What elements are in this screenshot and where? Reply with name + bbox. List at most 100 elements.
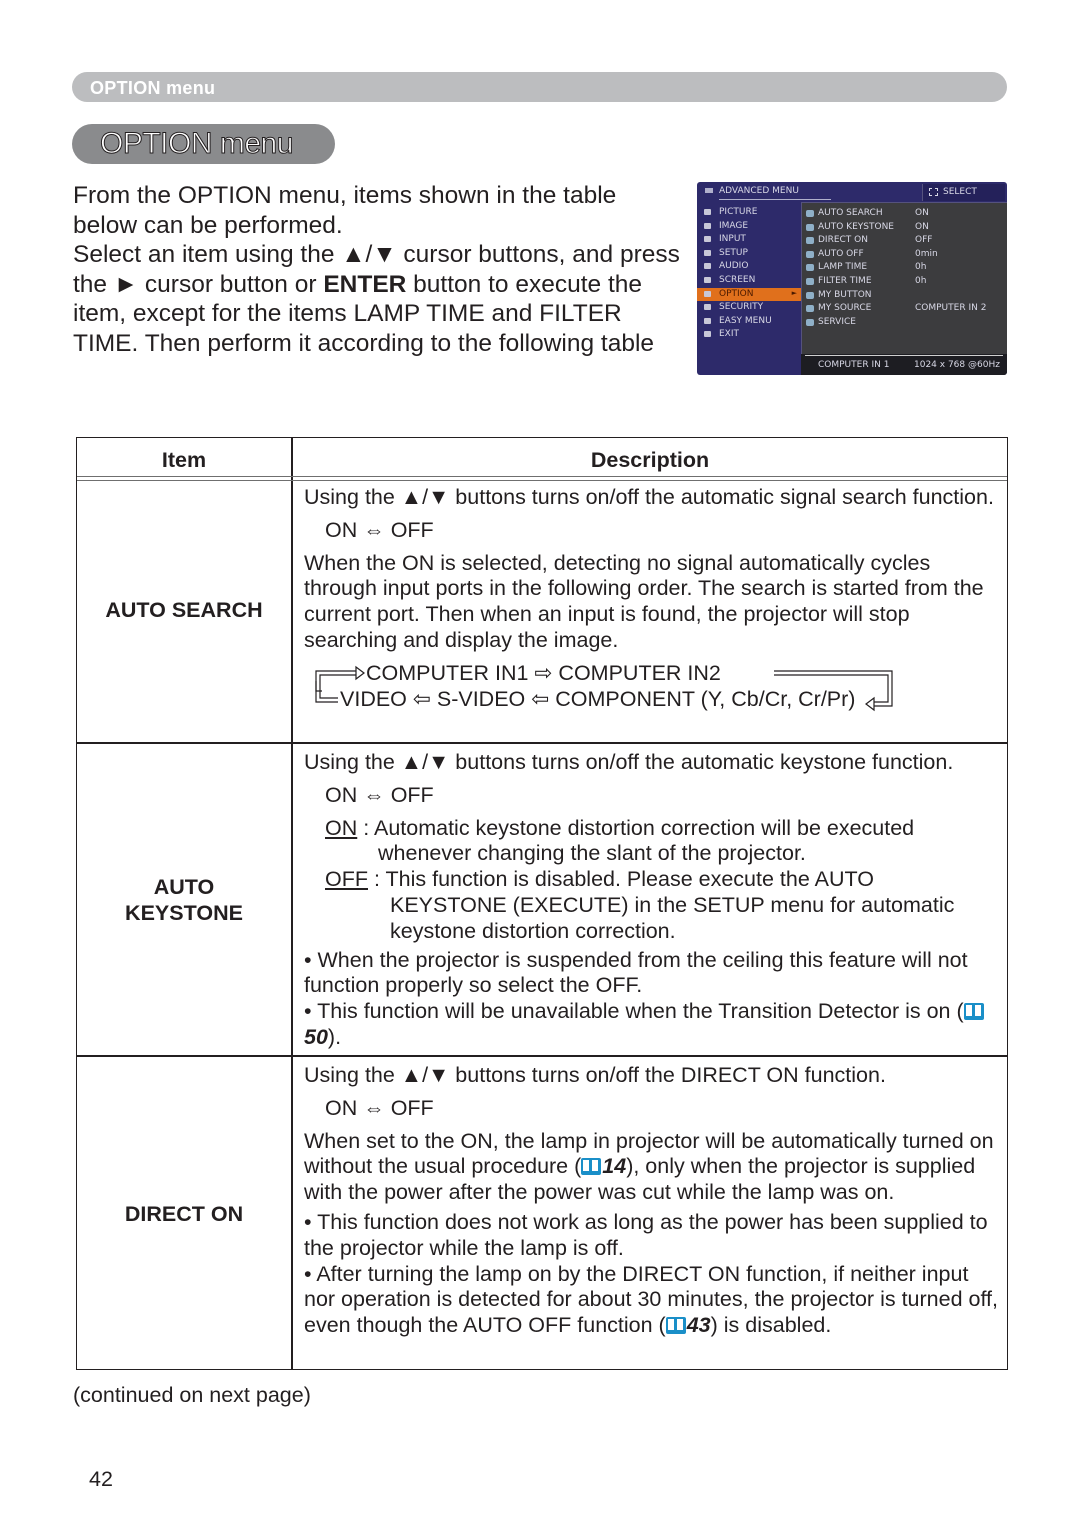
item-auto-search: AUTO SEARCH (105, 598, 263, 622)
osd-menu-item-setup: SETUP (697, 247, 801, 261)
item-direct-on: DIRECT ON (124, 1202, 244, 1226)
option-icon (704, 290, 711, 297)
screen-icon (704, 277, 711, 283)
setup-icon (704, 249, 711, 256)
picture-icon (704, 209, 711, 215)
osd-option-filter-time: FILTER TIME 0h (802, 275, 1007, 289)
osd-menu-item-audio: AUDIO (697, 260, 801, 274)
submenu-arrow-icon: ► (791, 288, 797, 297)
osd-menu-item-label: SETUP (719, 247, 748, 258)
page-number: 42 (89, 1467, 113, 1491)
note-power: • This function does not work as long as… (304, 1209, 988, 1260)
osd-menu-item-exit: EXIT (697, 328, 801, 342)
osd-menu-item-label: SECURITY (719, 302, 764, 313)
flow-line-computer-inputs: COMPUTER IN1 ⇨ COMPUTER IN2 (366, 660, 721, 685)
osd-option-direct-on: DIRECT ON OFF (802, 234, 1007, 248)
section-header-bar: OPTION menu (72, 72, 1007, 102)
security-icon (704, 304, 711, 311)
my-source-icon (806, 305, 814, 313)
osd-menu-item-label: INPUT (719, 234, 746, 245)
off-text-cont: KEYSTONE (EXECUTE) in the SETUP menu for… (390, 892, 955, 917)
note-auto-off: • After turning the lamp on by the DIREC… (304, 1262, 1004, 1339)
on-text: : Automatic keystone distortion correcti… (357, 815, 915, 840)
osd-status-divider (805, 355, 1003, 356)
header-item: Item (161, 448, 207, 472)
intro-line1: From the OPTION menu, items shown in the… (73, 182, 617, 239)
osd-option-lamp-time: LAMP TIME 0h (802, 261, 1007, 275)
osd-option-value: COMPUTER IN 2 (915, 303, 987, 314)
auto-search-icon (806, 210, 814, 217)
osd-header: ADVANCED MENU (697, 182, 922, 202)
osd-menu-item-image: IMAGE (697, 220, 801, 234)
osd-title: ADVANCED MENU (719, 186, 799, 196)
osd-menu-item-label: AUDIO (719, 261, 749, 272)
page-reference-link[interactable]: 43 (687, 1313, 711, 1337)
column-divider (291, 438, 293, 1369)
osd-select-hint: SELECT (922, 184, 1005, 201)
osd-option-label: AUTO SEARCH (818, 208, 883, 218)
desc-direct-on: Using the ▲/▼ buttons turns on/off the D… (304, 1063, 1004, 1339)
osd-option-value: 0h (915, 262, 927, 273)
osd-status-source: COMPUTER IN 1 (818, 360, 890, 370)
note-transition-detector: • This function will be unavailable when… (304, 999, 1004, 1051)
page-reference-link[interactable]: 14 (602, 1154, 626, 1178)
flow-line-video-inputs: VIDEO ⇦ S-VIDEO ⇦ COMPONENT (Y, Cb/Cr, C… (340, 686, 856, 711)
item-auto-keystone: AUTO KEYSTONE (77, 874, 291, 926)
service-icon (806, 318, 814, 326)
osd-title-underline (719, 199, 831, 200)
off-definition: OFF : This function is disabled. Please … (304, 867, 1004, 893)
menu-icon (705, 188, 713, 193)
osd-menu-item-option: OPTION ► (697, 287, 801, 302)
page-title: OPTION menu (100, 127, 294, 161)
osd-menu-item-security: SECURITY (697, 301, 801, 315)
row-divider (77, 1055, 1007, 1057)
note-ceiling: • When the projector is suspended from t… (304, 947, 968, 998)
audio-icon (704, 263, 711, 270)
section-label: OPTION menu (90, 78, 216, 98)
osd-option-value: 0h (915, 276, 927, 286)
osd-option-auto-off: AUTO OFF 0min (802, 248, 1007, 262)
osd-option-my-source: MY SOURCE COMPUTER IN 2 (802, 302, 1007, 316)
osd-select-label: SELECT (943, 187, 977, 197)
note-text: ) is disabled. (710, 1313, 832, 1338)
osd-option-value: ON (915, 208, 929, 218)
osd-option-label: AUTO OFF (818, 248, 864, 259)
on-off-toggle-text: ON ⇔ OFF (325, 517, 434, 542)
my-button-icon (806, 291, 814, 299)
direct-on-icon (806, 237, 814, 245)
osd-option-auto-search: AUTO SEARCH ON (802, 207, 1007, 221)
osd-left-menu: PICTURE IMAGE INPUT SETUP AUDIO SCREEN OPTION ►… (697, 202, 801, 375)
osd-menu-item-picture: PICTURE (697, 206, 801, 220)
item-line: KEYSTONE (125, 901, 243, 925)
off-key: OFF (325, 867, 368, 892)
auto-off-icon (806, 250, 814, 258)
desc-text: Using the ▲/▼ buttons turns on/off the a… (304, 750, 954, 774)
intro-text: From the OPTION menu, items shown in the… (73, 181, 683, 358)
select-icon (929, 188, 938, 196)
input-search-order-diagram: COMPUTER IN1 ⇨ COMPUTER IN2 VIDEO ⇦ S-VI… (304, 661, 1004, 713)
easy-menu-icon (704, 317, 711, 324)
exit-icon (704, 331, 711, 338)
enter-button-label: ENTER (323, 270, 407, 298)
osd-option-label: LAMP TIME (818, 262, 868, 273)
osd-option-my-button: MY BUTTON (802, 289, 1007, 303)
note-text: • This function will be unavailable when… (304, 999, 964, 1024)
off-text-cont: keystone distortion correction. (390, 918, 676, 943)
osd-option-submenu: AUTO SEARCH ON AUTO KEYSTONE ON DIRECT ON OFF… (801, 202, 1007, 356)
desc-text: Using the ▲/▼ buttons turns on/off the a… (304, 485, 994, 509)
continued-note: (continued on next page) (73, 1383, 311, 1407)
page-title-pill: OPTION menu (72, 124, 335, 164)
osd-option-label: AUTO KEYSTONE (818, 221, 894, 232)
advanced-menu-screenshot: ADVANCED MENU SELECT PICTURE IMAGE INPUT SE… (697, 182, 1007, 375)
osd-option-label: MY BUTTON (818, 289, 872, 300)
desc-text: When the ON is selected, detecting no si… (304, 550, 984, 652)
on-off-toggle-text: ON ⇔ OFF (325, 782, 434, 807)
table-header: Item Description (77, 438, 1007, 479)
header-double-rule (77, 476, 1007, 481)
row-divider (77, 742, 1007, 744)
desc-text: When set to the ON, the lamp in projecto… (304, 1129, 1004, 1206)
osd-option-label: SERVICE (818, 316, 856, 327)
page-reference-link[interactable]: 50 (304, 1025, 328, 1049)
desc-text: Using the ▲/▼ buttons turns on/off the D… (304, 1063, 886, 1087)
osd-option-label: MY SOURCE (818, 303, 872, 314)
